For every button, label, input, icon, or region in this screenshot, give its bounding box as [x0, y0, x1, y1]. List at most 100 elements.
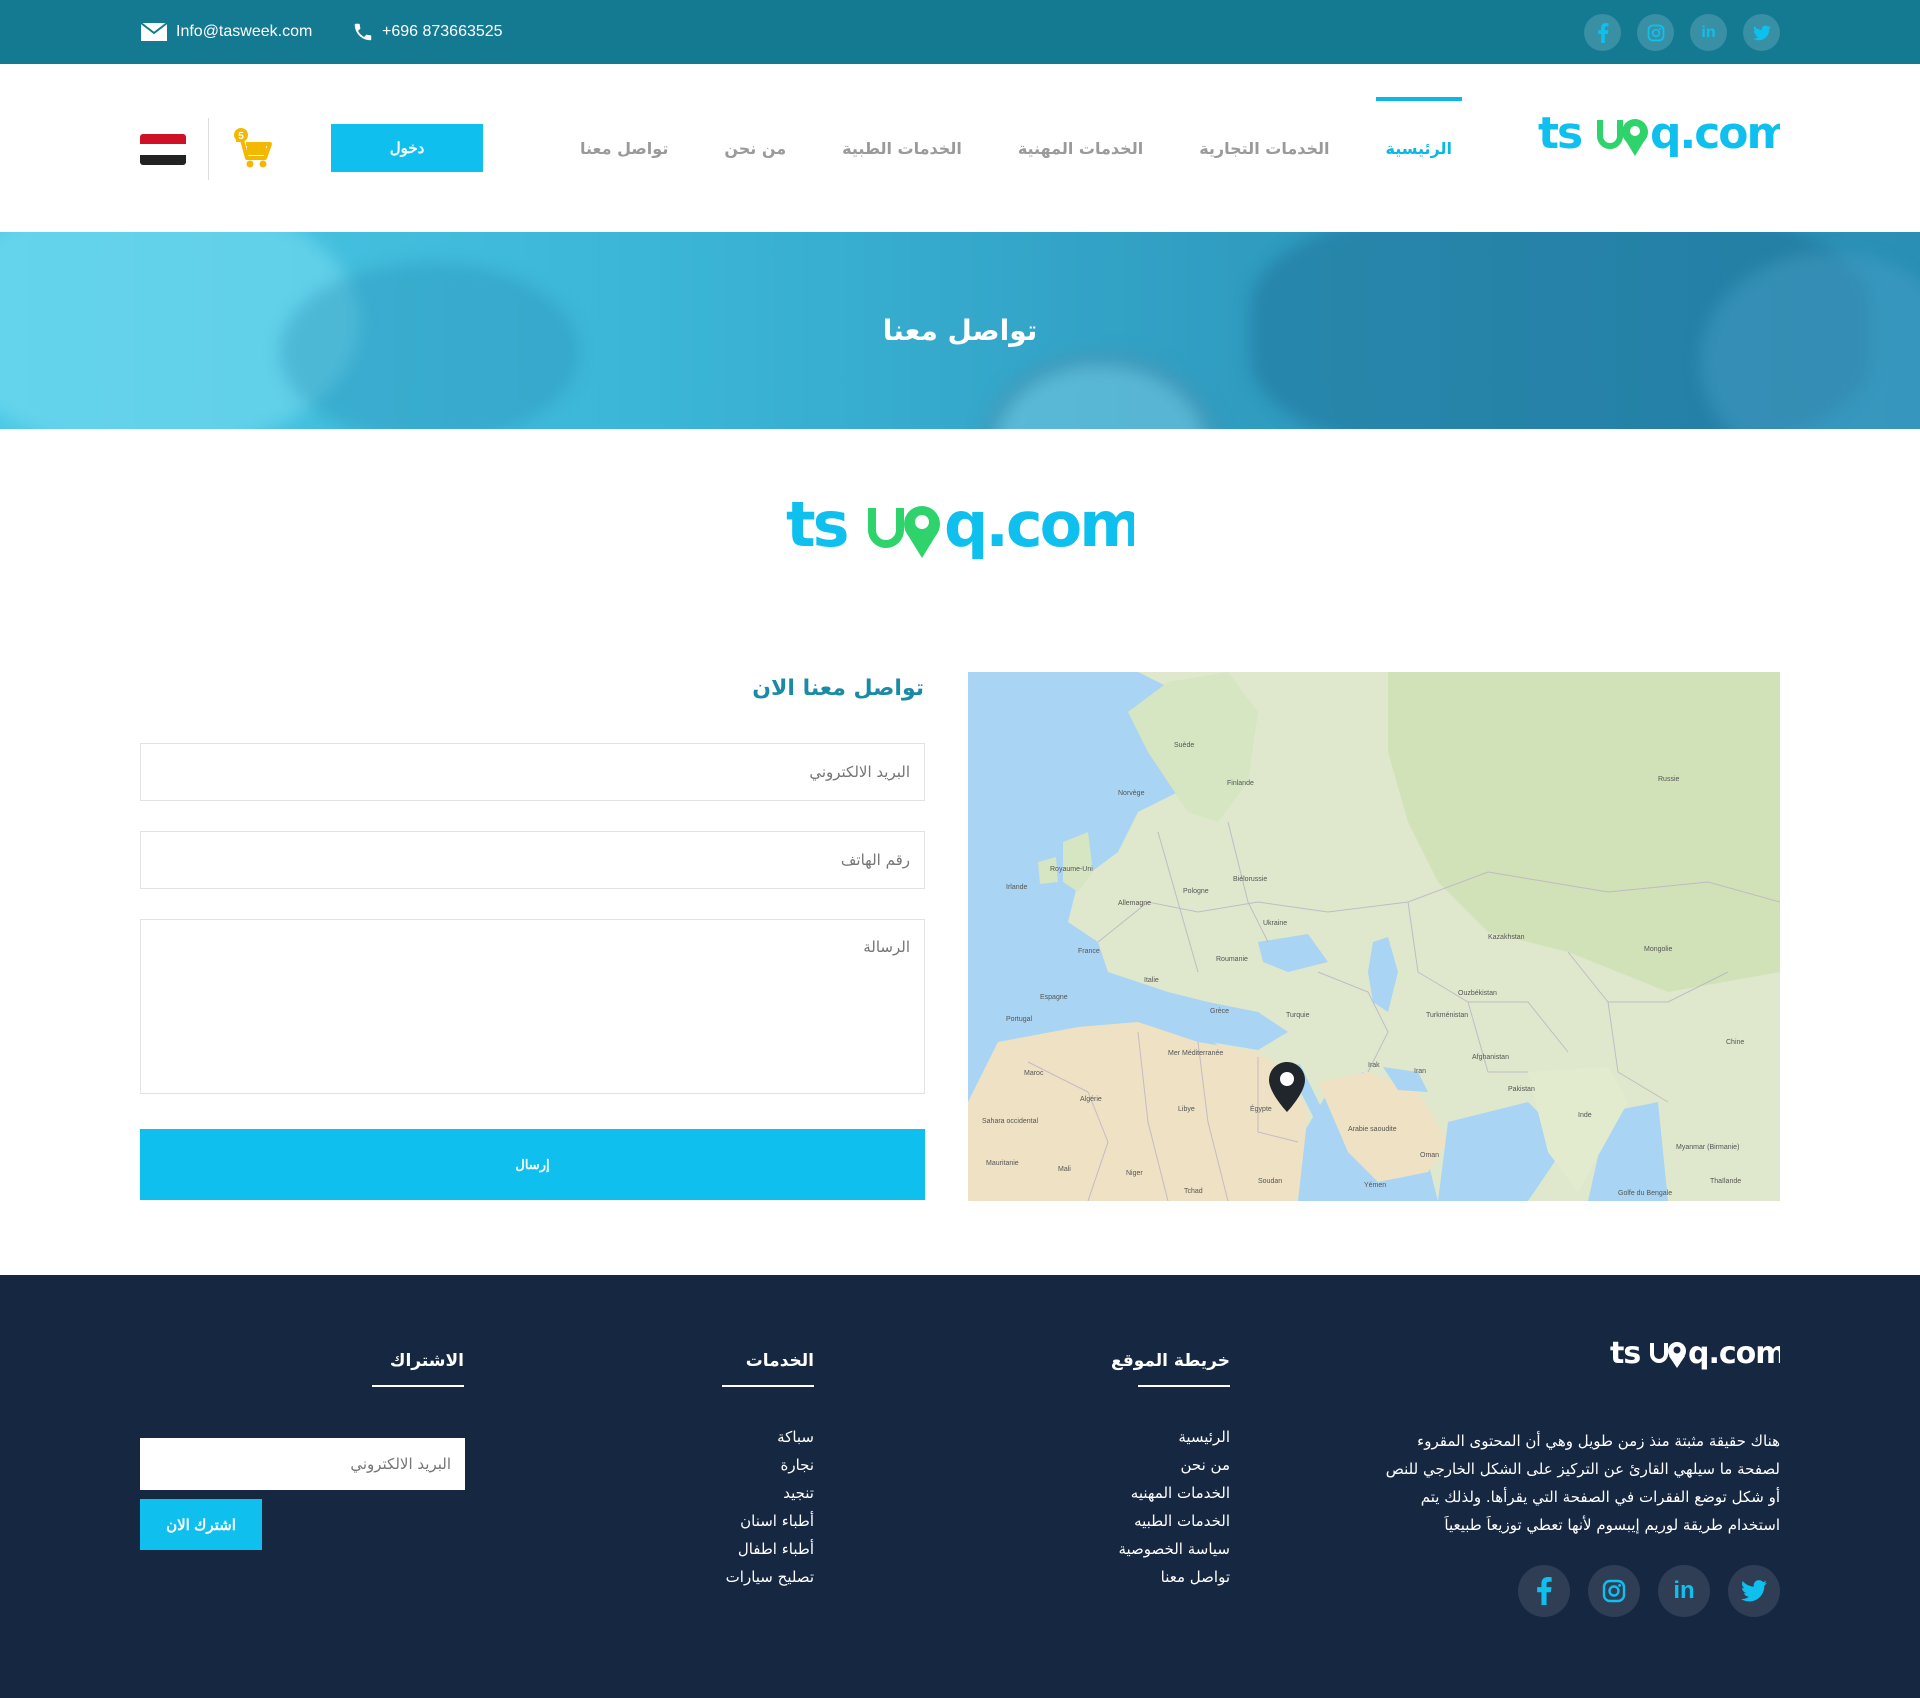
top-phone[interactable]: +696 873663525	[352, 0, 503, 64]
instagram-icon[interactable]	[1637, 14, 1674, 51]
map-label: Inde	[1578, 1112, 1592, 1119]
header-divider	[208, 118, 209, 180]
footer-sitemap-title: خريطة الموقع	[1110, 1351, 1231, 1387]
map-label: Mali	[1058, 1166, 1071, 1173]
logo-mark: ts q.com تسوق دوت كوم	[1538, 108, 1920, 192]
phone-field[interactable]	[140, 831, 925, 889]
svg-text:q.com: q.com	[944, 490, 1134, 561]
nav-about[interactable]: من نحن	[724, 139, 786, 158]
center-logo: ts q.com تسوق دوت كوم	[786, 488, 1457, 608]
cart-count: 5	[238, 131, 244, 142]
map-label: Myanmar (Birmanie)	[1676, 1144, 1740, 1151]
map-label: Pologne	[1183, 888, 1209, 895]
map-label: Afghanistan	[1472, 1054, 1509, 1061]
map-label: Italie	[1144, 977, 1159, 984]
center-logo-mark: ts q.com تسوق دوت كوم	[786, 488, 1457, 607]
nav-contact[interactable]: تواصل معنا	[580, 139, 668, 158]
map-label: Russie	[1658, 776, 1680, 783]
egypt-flag-icon[interactable]	[140, 134, 186, 165]
footer-link-medical[interactable]: الخدمات الطبيه	[1118, 1507, 1230, 1535]
map-label: Mongolie	[1644, 946, 1673, 953]
site-logo[interactable]: ts q.com تسوق دوت كوم	[1538, 108, 1920, 192]
map-label: Tchad	[1184, 1188, 1203, 1195]
map-label: Royaume-Uni	[1050, 866, 1093, 873]
map-label: Kazakhstan	[1488, 934, 1525, 941]
map-label: Roumanie	[1216, 956, 1248, 963]
map-label: Soudan	[1258, 1178, 1283, 1185]
footer-service-car-repair[interactable]: تصليح سيارات	[726, 1563, 814, 1591]
twitter-icon[interactable]	[1728, 1565, 1780, 1617]
footer: ts q.com تسوق دوت كوم هناك حقيقة مثبتة م…	[0, 1275, 1920, 1698]
map-label: Pakistan	[1508, 1086, 1535, 1093]
email-field[interactable]	[140, 743, 925, 801]
top-email[interactable]: Info@tasweek.com	[140, 0, 312, 64]
map-label: Portugal	[1006, 1016, 1033, 1023]
facebook-icon[interactable]	[1584, 14, 1621, 51]
map-label: Irlande	[1006, 884, 1028, 891]
message-field[interactable]	[140, 919, 925, 1094]
map-label: Yémen	[1364, 1182, 1387, 1189]
map-label: Turquie	[1286, 1012, 1310, 1019]
nav-professional-services[interactable]: الخدمات المهنية	[1018, 139, 1143, 158]
login-button[interactable]: دخول	[331, 124, 483, 172]
map-label: Mauritanie	[986, 1160, 1019, 1167]
map-label: Espagne	[1040, 994, 1068, 1001]
footer-service-plumbing[interactable]: سباكة	[726, 1423, 814, 1451]
page-banner: تواصل معنا	[0, 232, 1920, 429]
cart-button[interactable]: 5	[230, 128, 276, 170]
map-label: Maroc	[1024, 1070, 1044, 1077]
instagram-icon[interactable]	[1588, 1565, 1640, 1617]
facebook-icon[interactable]	[1518, 1565, 1570, 1617]
top-bar: Info@tasweek.com +696 873663525 in	[0, 0, 1920, 64]
linkedin-icon[interactable]: in	[1690, 14, 1727, 51]
map-label: Ouzbékistan	[1458, 990, 1497, 997]
nav-home[interactable]: الرئيسية	[1375, 96, 1462, 158]
map-label: Golfe du Bengale	[1618, 1190, 1673, 1197]
linkedin-icon[interactable]: in	[1658, 1565, 1710, 1617]
map-label: Turkménistan	[1426, 1012, 1469, 1019]
footer-social: in	[1518, 1565, 1780, 1617]
footer-sitemap-list: الرئيسية من نحن الخدمات المهنيه الخدمات …	[1118, 1423, 1230, 1591]
twitter-icon[interactable]	[1743, 14, 1780, 51]
map-label: Iran	[1414, 1068, 1427, 1075]
banner-title: تواصل معنا	[882, 314, 1038, 347]
footer-link-privacy[interactable]: سياسة الخصوصية	[1118, 1535, 1230, 1563]
footer-service-upholstery[interactable]: تنجيد	[726, 1479, 814, 1507]
svg-text:q.com: q.com	[1688, 1336, 1780, 1371]
footer-link-professional[interactable]: الخدمات المهنيه	[1118, 1479, 1230, 1507]
map-label: Arabie saoudite	[1348, 1126, 1397, 1133]
map-label: Biélorussie	[1233, 876, 1268, 883]
map-label: Grèce	[1210, 1008, 1230, 1015]
subscribe-email-input[interactable]	[140, 1438, 465, 1490]
map-pin-icon[interactable]	[1269, 1062, 1305, 1112]
map-label: Irak	[1368, 1062, 1380, 1069]
subscribe-button[interactable]: اشترك الان	[140, 1499, 262, 1550]
map-label: Thaïlande	[1710, 1178, 1742, 1185]
footer-link-home[interactable]: الرئيسية	[1118, 1423, 1230, 1451]
main-nav: الرئيسية الخدمات التجارية الخدمات المهني…	[580, 64, 1462, 232]
footer-service-carpentry[interactable]: نجارة	[726, 1451, 814, 1479]
map-label: Niger	[1126, 1170, 1143, 1177]
map-label: Sahara occidental	[982, 1118, 1039, 1125]
map-label: France	[1078, 948, 1100, 955]
footer-service-dentists[interactable]: أطباء اسنان	[726, 1507, 814, 1535]
nav-commercial-services[interactable]: الخدمات التجارية	[1199, 139, 1329, 158]
map-label: Libye	[1178, 1106, 1195, 1113]
send-button[interactable]: إرسال	[140, 1129, 925, 1200]
footer-logo[interactable]: ts q.com تسوق دوت كوم	[1610, 1335, 1920, 1395]
nav-medical-services[interactable]: الخدمات الطبية	[842, 139, 962, 158]
map-label: Oman	[1420, 1152, 1440, 1159]
svg-text:ts: ts	[1538, 108, 1582, 159]
envelope-icon	[140, 22, 168, 41]
svg-text:ts: ts	[1610, 1336, 1640, 1371]
map-label: Finlande	[1227, 780, 1254, 787]
footer-services-list: سباكة نجارة تنجيد أطباء اسنان أطباء اطفا…	[726, 1423, 814, 1591]
form-title: تواصل معنا الان	[752, 676, 924, 701]
footer-link-about[interactable]: من نحن	[1118, 1451, 1231, 1479]
map-label: Chine	[1726, 1039, 1745, 1046]
top-social: in	[1584, 14, 1780, 51]
footer-about: هناك حقيقة مثبتة منذ زمن طويل وهي أن الم…	[1385, 1432, 1780, 1534]
footer-link-contact[interactable]: تواصل معنا	[1118, 1563, 1230, 1591]
location-map[interactable]: Suède Finlande Norvège Russie Royaume-Un…	[968, 672, 1780, 1201]
footer-service-pediatricians[interactable]: أطباء اطفال	[726, 1535, 814, 1563]
